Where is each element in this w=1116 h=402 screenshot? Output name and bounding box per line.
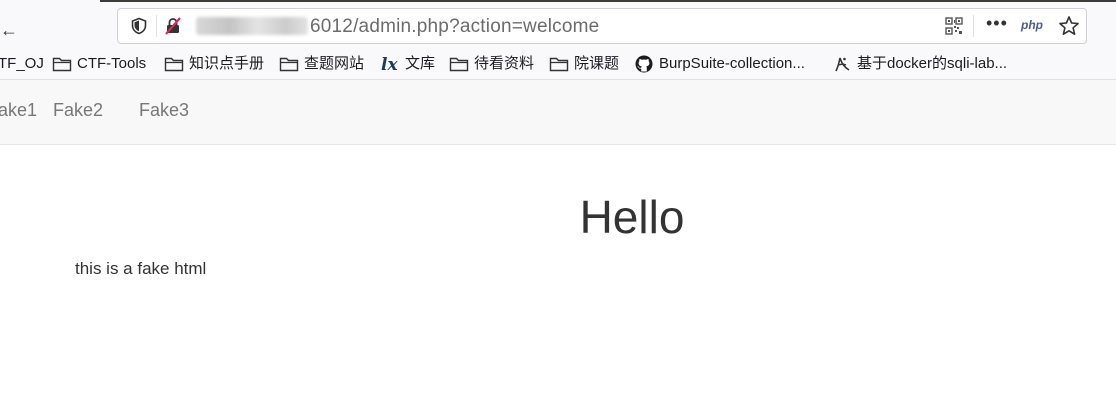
back-button-fragment[interactable]: ← — [0, 20, 18, 41]
nav-item-fake3[interactable]: Fake3 — [139, 100, 189, 121]
bookmark-label: 基于docker的sqli-lab... — [857, 55, 1008, 73]
bookmarks-toolbar: TF_OJ CTF-Tools 知识点手册 查题网站 lx 文库 待看资料 院课题… — [0, 50, 1116, 78]
site-navbar: Fake1 Fake2 Fake3 — [0, 80, 1116, 145]
site-icon — [835, 57, 850, 72]
url-divider-2 — [973, 15, 974, 37]
qr-code-icon[interactable] — [945, 17, 963, 35]
redacted-host — [196, 17, 308, 35]
folder-icon — [449, 57, 469, 72]
shield-icon[interactable] — [130, 17, 148, 35]
lx-logo-icon: lx — [381, 55, 398, 73]
page-actions-more-icon[interactable]: ••• — [986, 13, 1008, 34]
nav-item-fake2[interactable]: Fake2 — [53, 100, 103, 121]
folder-icon — [279, 57, 299, 72]
bookmark-folder[interactable]: 院课题 — [549, 52, 619, 76]
php-extension-icon[interactable]: php — [1021, 18, 1043, 32]
svg-text:lx: lx — [381, 55, 398, 73]
folder-icon — [52, 57, 72, 72]
github-icon — [635, 55, 653, 73]
page-heading: Hello — [579, 191, 685, 243]
bookmark-label: 查题网站 — [304, 55, 365, 73]
bookmark-link[interactable]: BurpSuite-collection... — [634, 52, 805, 76]
folder-icon — [549, 57, 569, 72]
bookmark-label: 文库 — [405, 55, 436, 73]
bookmark-item[interactable]: TF_OJ — [0, 52, 44, 76]
url-divider — [156, 15, 157, 37]
page-body-text: this is a fake html — [75, 259, 207, 278]
bookmark-folder[interactable]: CTF-Tools — [52, 52, 146, 76]
bookmark-label: CTF-Tools — [77, 55, 147, 73]
url-bar[interactable]: 6012/admin.php?action=welcome ••• php — [117, 8, 1087, 44]
bookmark-label: TF_OJ — [0, 55, 44, 73]
url-text[interactable]: 6012/admin.php?action=welcome — [310, 16, 599, 38]
bookmark-star-icon[interactable] — [1058, 15, 1080, 37]
bookmark-folder[interactable]: 待看资料 — [449, 52, 534, 76]
bookmark-link[interactable]: lx 文库 — [380, 52, 435, 76]
folder-icon — [164, 57, 184, 72]
bookmark-label: 待看资料 — [474, 55, 535, 73]
insecure-lock-icon[interactable] — [164, 17, 182, 35]
bookmark-label: BurpSuite-collection... — [659, 55, 805, 73]
browser-chrome: ← 6012/admin.php?action=welcome ••• php … — [0, 0, 1116, 80]
bookmark-label: 知识点手册 — [189, 55, 265, 73]
tab-strip-edge — [100, 0, 1116, 2]
bookmark-folder[interactable]: 查题网站 — [279, 52, 364, 76]
bookmark-folder[interactable]: 知识点手册 — [164, 52, 264, 76]
bookmark-label: 院课题 — [574, 55, 620, 73]
bookmark-link[interactable]: 基于docker的sqli-lab... — [832, 52, 1007, 76]
nav-item-fake1[interactable]: Fake1 — [0, 100, 37, 121]
